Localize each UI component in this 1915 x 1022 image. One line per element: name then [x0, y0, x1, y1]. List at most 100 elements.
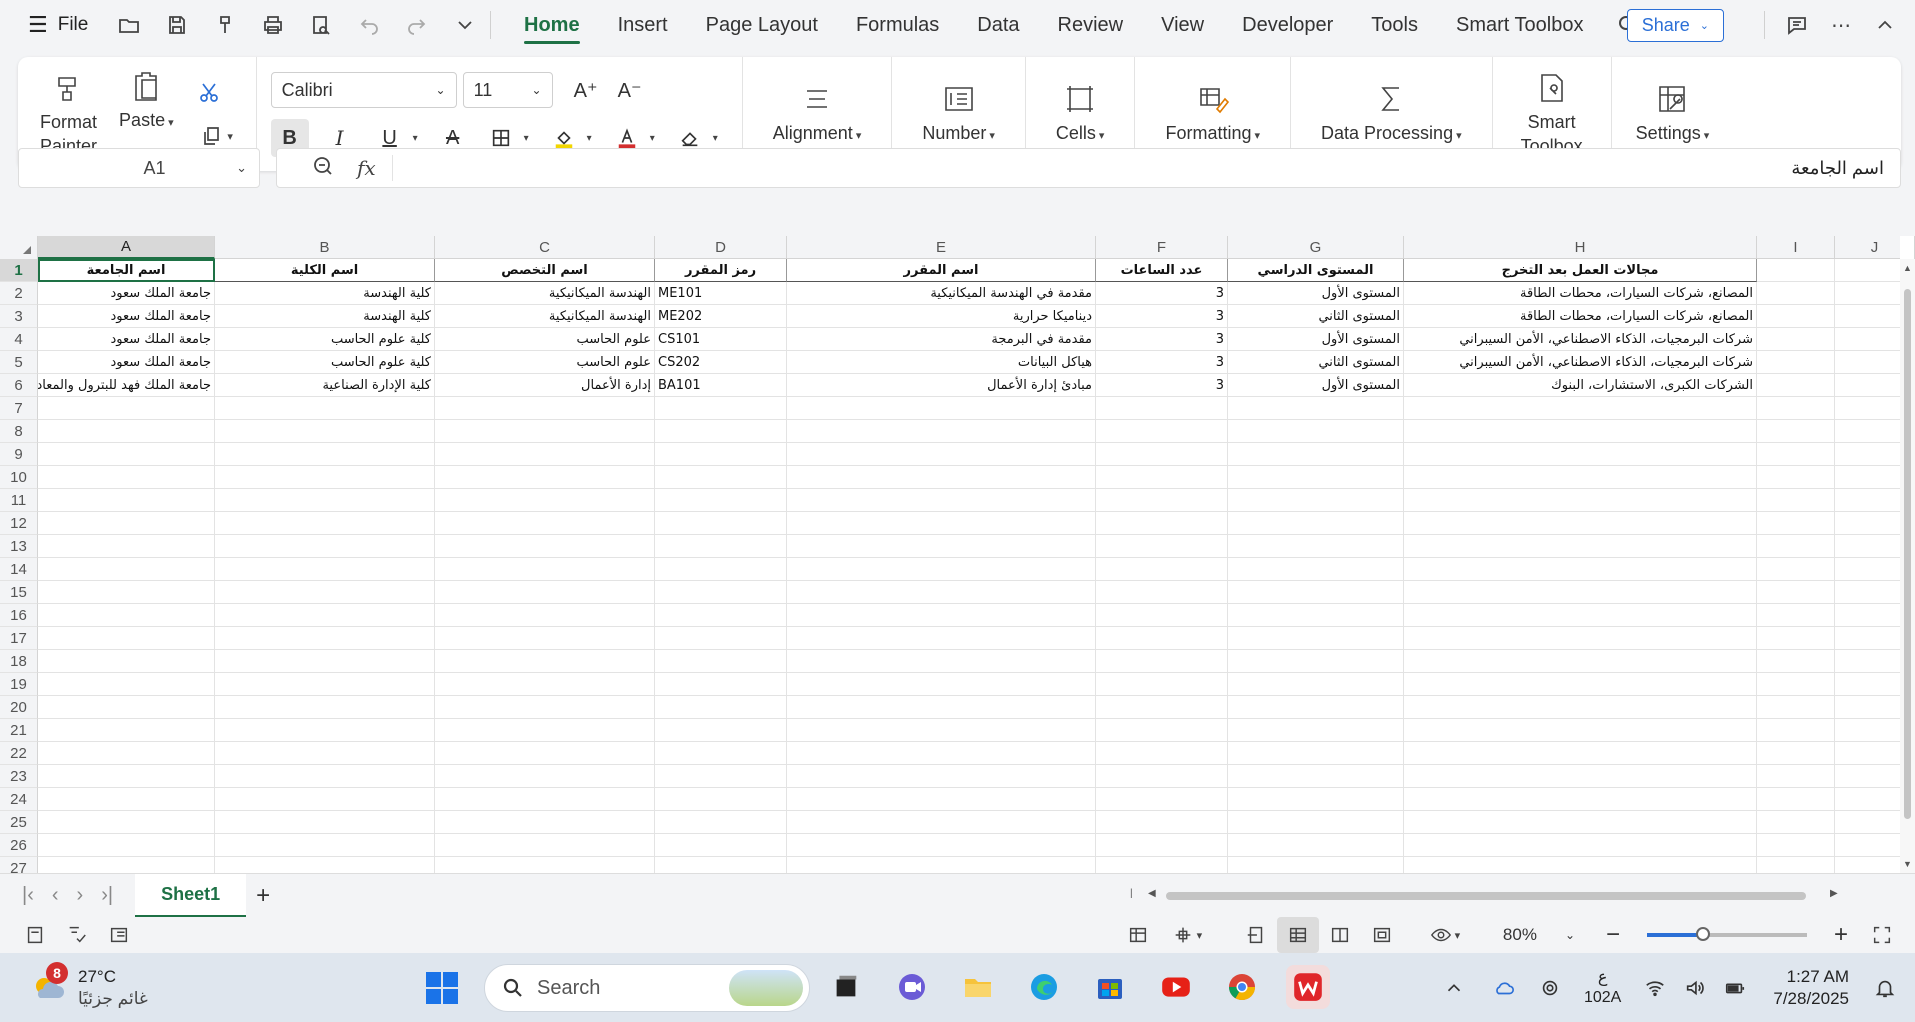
cut-button[interactable] — [192, 77, 226, 107]
empty-cell[interactable] — [1404, 834, 1757, 857]
header-cell-d1[interactable]: رمز المقرر — [655, 259, 787, 282]
empty-cell[interactable] — [38, 788, 215, 811]
column-header-c[interactable]: C — [435, 236, 655, 259]
empty-cell[interactable] — [1096, 742, 1228, 765]
data-cell-d4[interactable]: CS101 — [655, 328, 787, 351]
empty-cell[interactable] — [1757, 282, 1835, 305]
empty-cell[interactable] — [787, 397, 1096, 420]
empty-cell[interactable] — [435, 834, 655, 857]
empty-cell[interactable] — [787, 627, 1096, 650]
empty-cell[interactable] — [787, 811, 1096, 834]
empty-cell[interactable] — [655, 788, 787, 811]
data-cell-e5[interactable]: هياكل البيانات — [787, 351, 1096, 374]
empty-cell[interactable] — [1404, 673, 1757, 696]
column-header-a[interactable]: A — [38, 236, 215, 259]
data-cell-d3[interactable]: ME202 — [655, 305, 787, 328]
select-all-corner[interactable] — [0, 236, 38, 259]
empty-cell[interactable] — [1757, 811, 1835, 834]
language-indicator[interactable]: ع 102A — [1584, 968, 1621, 1008]
header-cell-g1[interactable]: المستوى الدراسي — [1228, 259, 1404, 282]
empty-cell[interactable] — [435, 512, 655, 535]
font-size-select[interactable]: 11 ⌄ — [462, 72, 553, 108]
data-cell-c3[interactable]: الهندسة الميكانيكية — [435, 305, 655, 328]
reading-mode-button[interactable] — [1235, 917, 1277, 953]
row-header-11[interactable]: 11 — [0, 489, 38, 512]
scroll-down-icon[interactable]: ▼ — [1903, 859, 1912, 869]
cell-area[interactable]: اسم الجامعة اسم الكلية اسم التخصص رمز المقر… — [38, 259, 1915, 873]
empty-cell[interactable] — [1228, 627, 1404, 650]
data-cell-e6[interactable]: مبادئ إدارة الأعمال — [787, 374, 1096, 397]
zoom-formula-button[interactable] — [311, 154, 335, 183]
empty-cell[interactable] — [1096, 443, 1228, 466]
zoom-select[interactable]: 80% ⌄ — [1503, 925, 1575, 945]
empty-cell[interactable] — [655, 811, 787, 834]
empty-cell[interactable] — [435, 811, 655, 834]
empty-cell[interactable] — [38, 696, 215, 719]
last-sheet-icon[interactable]: ›| — [101, 884, 113, 907]
empty-cell[interactable] — [1228, 857, 1404, 873]
empty-cell[interactable] — [1757, 420, 1835, 443]
tab-home[interactable]: Home — [505, 0, 599, 50]
empty-cell[interactable] — [1404, 765, 1757, 788]
row-header-4[interactable]: 4 — [0, 328, 38, 351]
row-header-14[interactable]: 14 — [0, 558, 38, 581]
empty-cell[interactable] — [1757, 581, 1835, 604]
empty-cell[interactable] — [787, 489, 1096, 512]
data-cell-h4[interactable]: شركات البرمجيات، الذكاء الاصطناعي، الأمن… — [1404, 328, 1757, 351]
empty-cell[interactable] — [1404, 604, 1757, 627]
empty-cell[interactable] — [435, 489, 655, 512]
scroll-left-icon[interactable]: ◀ — [1148, 888, 1156, 899]
row-header-7[interactable]: 7 — [0, 397, 38, 420]
row-header-15[interactable]: 15 — [0, 581, 38, 604]
empty-cell[interactable] — [1228, 811, 1404, 834]
empty-cell[interactable] — [1228, 650, 1404, 673]
empty-cell[interactable] — [1228, 489, 1404, 512]
empty-cell[interactable] — [787, 765, 1096, 788]
header-cell-f1[interactable]: عدد الساعات — [1096, 259, 1228, 282]
data-cell-e4[interactable]: مقدمة في البرمجة — [787, 328, 1096, 351]
notification-bell-icon[interactable] — [1865, 968, 1905, 1008]
empty-cell[interactable] — [1757, 351, 1835, 374]
empty-cell[interactable] — [435, 857, 655, 873]
freeze-panes-button[interactable]: ▾ — [1159, 917, 1215, 953]
data-cell-g6[interactable]: المستوى الأول — [1228, 374, 1404, 397]
empty-cell[interactable] — [655, 558, 787, 581]
empty-cell[interactable] — [1757, 627, 1835, 650]
empty-cell[interactable] — [1228, 742, 1404, 765]
tab-insert[interactable]: Insert — [599, 0, 687, 50]
empty-cell[interactable] — [215, 650, 435, 673]
empty-cell[interactable] — [38, 558, 215, 581]
empty-cell[interactable] — [655, 673, 787, 696]
data-cell-h6[interactable]: الشركات الكبرى، الاستشارات، البنوك — [1404, 374, 1757, 397]
data-cell-g5[interactable]: المستوى الثاني — [1228, 351, 1404, 374]
meet-app[interactable] — [890, 965, 934, 1009]
column-header-j[interactable]: J — [1835, 236, 1915, 259]
empty-cell[interactable] — [1228, 512, 1404, 535]
empty-cell[interactable] — [215, 466, 435, 489]
comment-icon[interactable] — [1775, 3, 1819, 47]
tab-view[interactable]: View — [1142, 0, 1223, 50]
empty-cell[interactable] — [655, 650, 787, 673]
format-brush-icon[interactable] — [210, 10, 240, 40]
empty-cell[interactable] — [1404, 466, 1757, 489]
empty-cell[interactable] — [1096, 857, 1228, 873]
paste-button[interactable]: Paste ▾ — [111, 68, 182, 161]
empty-cell[interactable] — [1757, 328, 1835, 351]
row-header-25[interactable]: 25 — [0, 811, 38, 834]
empty-cell[interactable] — [1228, 466, 1404, 489]
column-header-g[interactable]: G — [1228, 236, 1404, 259]
empty-cell[interactable] — [655, 581, 787, 604]
row-header-2[interactable]: 2 — [0, 282, 38, 305]
empty-cell[interactable] — [1404, 535, 1757, 558]
empty-cell[interactable] — [1096, 696, 1228, 719]
empty-cell[interactable] — [655, 696, 787, 719]
empty-cell[interactable] — [1096, 535, 1228, 558]
empty-cell[interactable] — [215, 512, 435, 535]
tab-page-layout[interactable]: Page Layout — [687, 0, 837, 50]
scroll-up-icon[interactable]: ▲ — [1903, 263, 1912, 273]
empty-cell[interactable] — [1404, 558, 1757, 581]
row-header-24[interactable]: 24 — [0, 788, 38, 811]
scroll-right-icon[interactable]: ▶ — [1830, 888, 1838, 899]
empty-cell[interactable] — [1757, 489, 1835, 512]
empty-cell[interactable] — [38, 581, 215, 604]
